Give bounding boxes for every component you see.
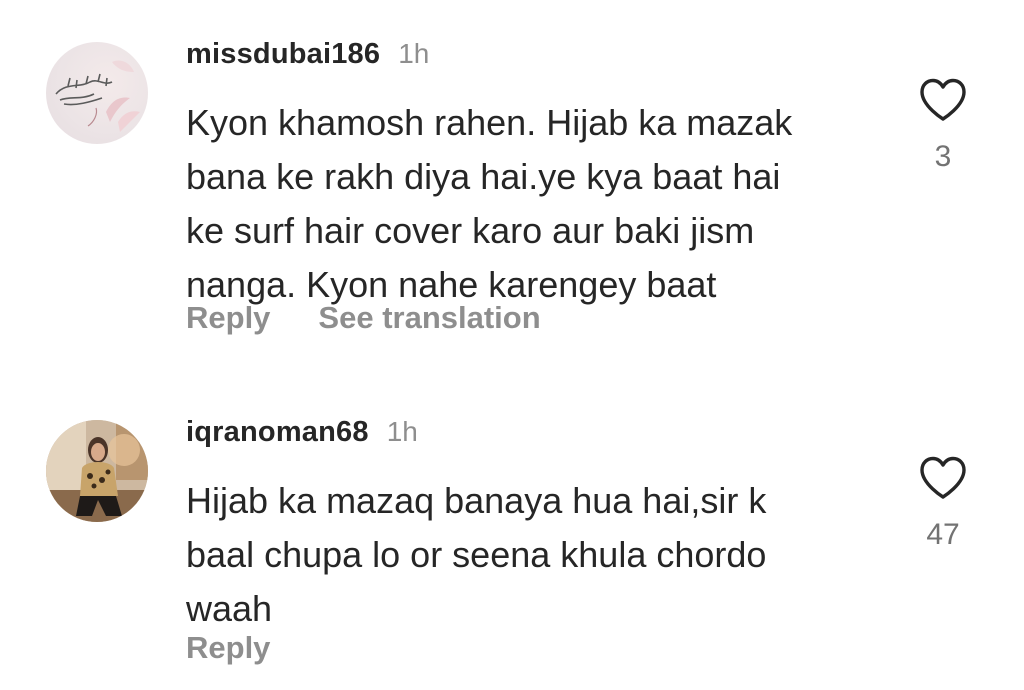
like-control: 47 xyxy=(912,456,974,552)
timestamp: 1h xyxy=(398,38,430,69)
username[interactable]: iqranoman68 xyxy=(186,416,369,449)
comment-text: Kyon khamosh rahen. Hijab ka mazak bana … xyxy=(186,102,793,305)
like-count: 47 xyxy=(926,518,960,551)
comment-actions: Reply See translation xyxy=(186,300,541,336)
timestamp: 1h xyxy=(386,416,418,447)
avatar[interactable] xyxy=(46,42,148,144)
comment-item: missdubai186 1h Kyon khamosh rahen. Hija… xyxy=(0,0,1024,380)
comment-actions: Reply xyxy=(186,630,270,666)
photo-avatar-icon xyxy=(46,420,148,522)
comment-header: iqranoman68 1h xyxy=(186,416,418,449)
avatar[interactable] xyxy=(46,420,148,522)
comment-item: iqranoman68 1h Hijab ka mazaq banaya hua… xyxy=(0,380,1024,690)
heart-outline-icon[interactable] xyxy=(919,456,967,500)
reply-button[interactable]: Reply xyxy=(186,630,270,666)
comment-text: Hijab ka mazaq banaya hua hai,sir k baal… xyxy=(186,480,767,629)
username[interactable]: missdubai186 xyxy=(186,38,380,71)
comment-header: missdubai186 1h xyxy=(186,38,429,71)
like-control: 3 xyxy=(912,78,974,174)
see-translation-button[interactable]: See translation xyxy=(318,300,540,336)
reply-button[interactable]: Reply xyxy=(186,300,270,336)
calligraphy-avatar-icon xyxy=(55,60,140,132)
like-count: 3 xyxy=(934,140,952,173)
heart-outline-icon[interactable] xyxy=(919,78,967,122)
